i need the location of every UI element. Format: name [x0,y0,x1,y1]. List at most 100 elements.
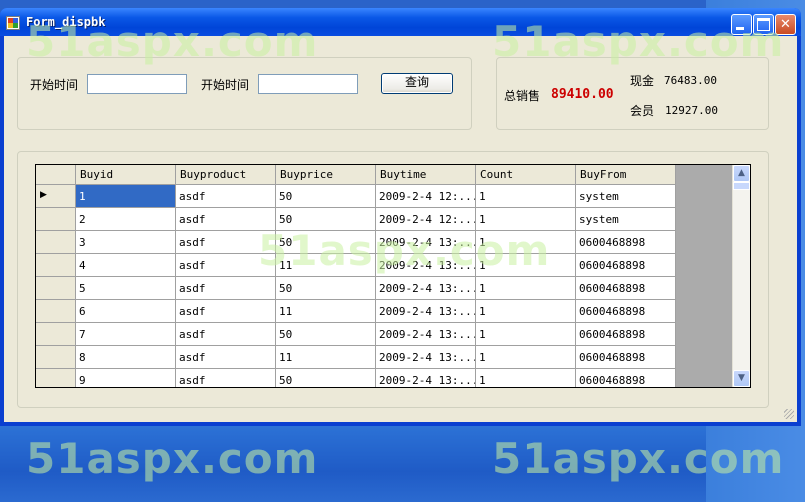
cell-count[interactable]: 1 [476,185,576,208]
scroll-up-button[interactable]: ▲ [733,165,750,182]
cash-value: 76483.00 [664,74,717,87]
cell-buyproduct[interactable]: asdf [176,185,276,208]
total-sales-value: 89410.00 [551,87,614,102]
form-window: Form_dispbk ✕ 开始时间 开始时间 查询 总销售 89410.00 … [0,8,801,426]
cell-buyid[interactable]: 2 [76,208,176,231]
row-header[interactable] [36,346,76,369]
cell-buytime[interactable]: 2009-2-4 13:... [376,254,476,277]
cell-buyid[interactable]: 8 [76,346,176,369]
cell-buyprice[interactable]: 50 [276,277,376,300]
cell-count[interactable]: 1 [476,208,576,231]
cell-buyfrom[interactable]: 0600468898 [576,323,676,346]
cell-buyprice[interactable]: 11 [276,300,376,323]
sales-data-grid[interactable]: Buyid Buyproduct Buyprice Buytime Count BuyFr… [35,164,751,388]
client-area: 开始时间 开始时间 查询 总销售 89410.00 现金 76483.00 会员… [4,36,797,422]
cell-buyid[interactable]: 7 [76,323,176,346]
cell-buyprice[interactable]: 50 [276,185,376,208]
cell-buyprice[interactable]: 50 [276,231,376,254]
cell-buyproduct[interactable]: asdf [176,254,276,277]
maximize-icon [757,18,770,31]
row-header[interactable] [36,277,76,300]
cell-buyproduct[interactable]: asdf [176,346,276,369]
cell-buyprice[interactable]: 11 [276,254,376,277]
chevron-down-icon: ▼ [738,373,745,383]
cell-buyproduct[interactable]: asdf [176,277,276,300]
cell-buyproduct[interactable]: asdf [176,369,276,387]
scroll-down-button[interactable]: ▼ [733,370,750,387]
cell-buyfrom[interactable]: 0600468898 [576,231,676,254]
minimize-button[interactable] [731,14,752,35]
cell-buyprice[interactable]: 50 [276,208,376,231]
start-time-input-1[interactable] [87,74,187,94]
cell-buytime[interactable]: 2009-2-4 13:... [376,323,476,346]
row-header[interactable] [36,254,76,277]
cell-buyid[interactable]: 6 [76,300,176,323]
cell-buyid[interactable]: 9 [76,369,176,387]
row-header[interactable] [36,300,76,323]
column-header-count[interactable]: Count [476,165,576,185]
cell-buytime[interactable]: 2009-2-4 13:... [376,369,476,387]
resize-grip[interactable] [784,409,794,419]
column-header-buyid[interactable]: Buyid [76,165,176,185]
cell-buyprice[interactable]: 50 [276,323,376,346]
cell-count[interactable]: 1 [476,277,576,300]
column-header-buytime[interactable]: Buytime [376,165,476,185]
desktop-background [0,426,805,502]
row-header[interactable]: ▶ [36,185,76,208]
close-button[interactable]: ✕ [775,14,796,35]
start-time-input-2[interactable] [258,74,358,94]
cell-count[interactable]: 1 [476,231,576,254]
row-header[interactable] [36,369,76,387]
start-time-label-1: 开始时间 [30,78,79,92]
cell-buyfrom[interactable]: 0600468898 [576,346,676,369]
cell-buytime[interactable]: 2009-2-4 12:... [376,185,476,208]
row-header[interactable] [36,231,76,254]
cash-label: 现金 [630,74,655,88]
cell-buytime[interactable]: 2009-2-4 13:... [376,346,476,369]
scroll-thumb[interactable] [733,182,750,190]
row-header[interactable] [36,323,76,346]
cell-buytime[interactable]: 2009-2-4 13:... [376,277,476,300]
cell-buyfrom[interactable]: system [576,208,676,231]
column-header-buyprice[interactable]: Buyprice [276,165,376,185]
grid-corner-header [36,165,76,185]
row-header[interactable] [36,208,76,231]
cell-buytime[interactable]: 2009-2-4 13:... [376,300,476,323]
cell-buyid[interactable]: 5 [76,277,176,300]
title-bar[interactable]: Form_dispbk ✕ [0,8,801,36]
column-header-buyfrom[interactable]: BuyFrom [576,165,676,185]
cell-buytime[interactable]: 2009-2-4 13:... [376,231,476,254]
cell-buyprice[interactable]: 50 [276,369,376,387]
cell-count[interactable]: 1 [476,254,576,277]
query-button[interactable]: 查询 [381,73,453,94]
cell-buytime[interactable]: 2009-2-4 12:... [376,208,476,231]
close-icon: ✕ [780,17,791,32]
cell-buyproduct[interactable]: asdf [176,323,276,346]
cell-buyproduct[interactable]: asdf [176,208,276,231]
cell-buyfrom[interactable]: 0600468898 [576,300,676,323]
member-value: 12927.00 [665,104,718,117]
cell-count[interactable]: 1 [476,369,576,387]
maximize-button[interactable] [753,14,774,35]
cell-buyid[interactable]: 4 [76,254,176,277]
cell-buyproduct[interactable]: asdf [176,300,276,323]
start-time-label-2: 开始时间 [201,78,250,92]
cell-buyfrom[interactable]: 0600468898 [576,254,676,277]
app-icon[interactable] [6,16,20,30]
cell-count[interactable]: 1 [476,300,576,323]
cell-count[interactable]: 1 [476,346,576,369]
window-title: Form_dispbk [26,15,106,29]
cell-count[interactable]: 1 [476,323,576,346]
vertical-scrollbar[interactable]: ▲ ▼ [732,165,750,387]
current-row-arrow-icon: ▶ [40,190,47,200]
cell-buyfrom[interactable]: 0600468898 [576,369,676,387]
column-header-buyproduct[interactable]: Buyproduct [176,165,276,185]
cell-buyfrom[interactable]: 0600468898 [576,277,676,300]
cell-buyid[interactable]: 1 [76,185,176,208]
cell-buyid[interactable]: 3 [76,231,176,254]
cell-buyproduct[interactable]: asdf [176,231,276,254]
cell-buyprice[interactable]: 11 [276,346,376,369]
total-sales-label: 总销售 [504,89,541,103]
cell-buyfrom[interactable]: system [576,185,676,208]
member-label: 会员 [630,104,655,118]
